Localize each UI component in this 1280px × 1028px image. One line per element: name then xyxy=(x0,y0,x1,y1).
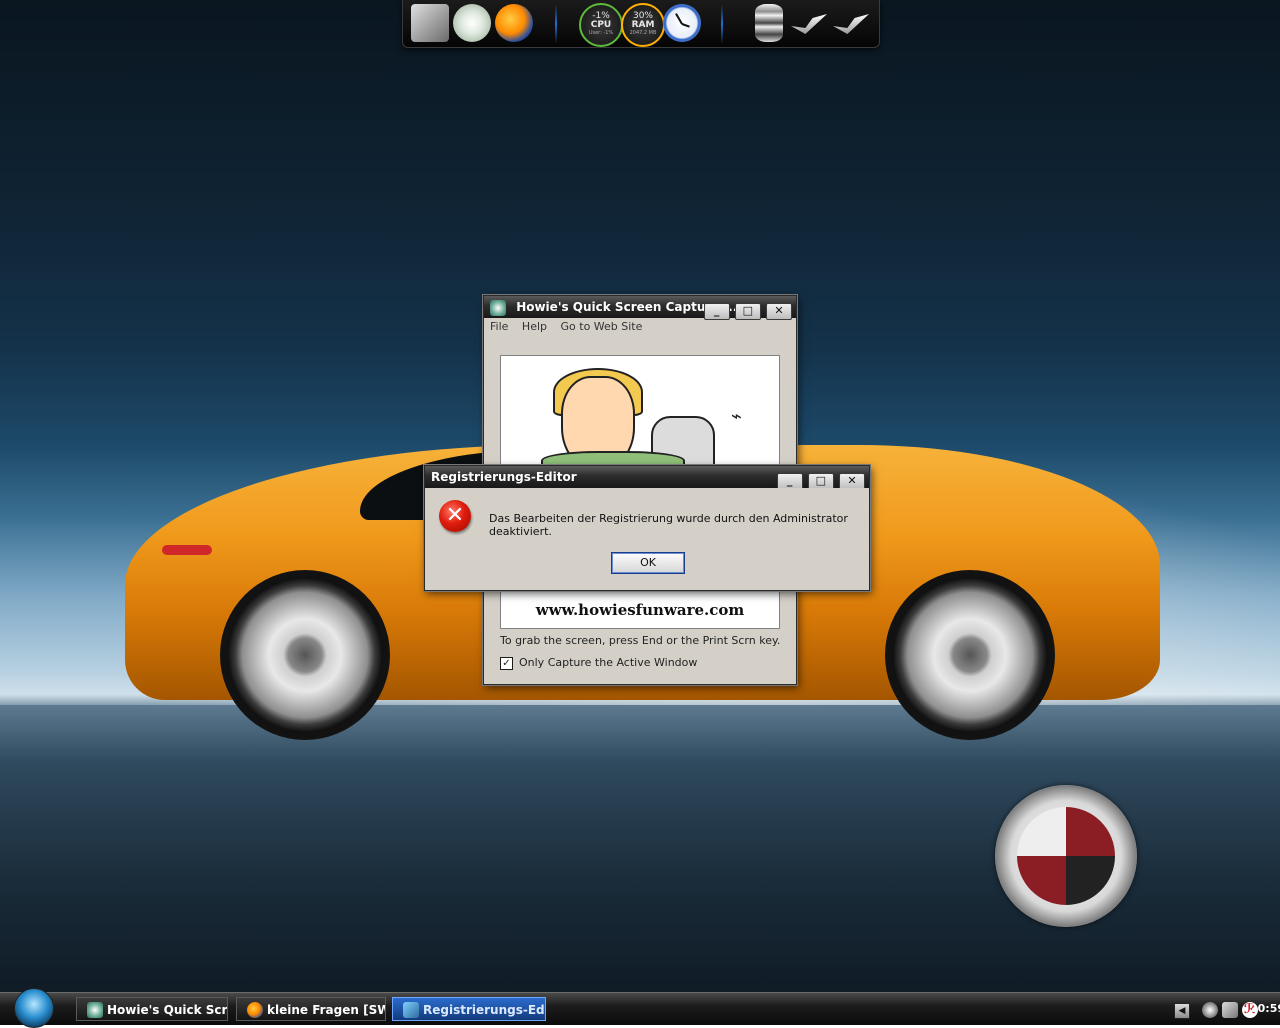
close-button[interactable]: ✕ xyxy=(766,303,792,320)
taskbar-item-howie-capture[interactable]: Howie's Quick Scr... xyxy=(76,997,228,1021)
menu-help[interactable]: Help xyxy=(522,320,547,333)
database-icon[interactable] xyxy=(755,4,783,42)
website-banner[interactable]: www.howiesfunware.com xyxy=(501,591,779,628)
drives-icon[interactable] xyxy=(411,4,449,42)
taskbar-item-label: kleine Fragen [SW]... xyxy=(267,1003,385,1017)
arrow-icon[interactable] xyxy=(789,4,827,42)
clock-icon[interactable] xyxy=(663,4,701,42)
wallpaper-emblem-checker xyxy=(1017,807,1115,905)
maximize-button[interactable]: □ xyxy=(734,303,761,320)
wallpaper-emblem-logo xyxy=(995,785,1137,927)
capture-app-icon xyxy=(87,1002,103,1018)
ram-gauge[interactable]: 30% RAM 2047.2 MB xyxy=(621,3,665,47)
ram-sub: 2047.2 MB xyxy=(629,30,657,36)
wallpaper-car-front-wheel xyxy=(885,570,1055,740)
menu-file[interactable]: File xyxy=(490,320,508,333)
volume-tray-icon[interactable] xyxy=(1222,1002,1238,1018)
arrow-icon[interactable] xyxy=(831,4,869,42)
plug-icon: ⌁ xyxy=(731,406,742,427)
active-window-label: Only Capture the Active Window xyxy=(519,656,698,669)
minimize-button[interactable]: _ xyxy=(703,303,730,320)
taskbar-item-regedit[interactable]: Registrierungs-Edi... xyxy=(392,997,546,1021)
cpu-gauge[interactable]: -1% CPU User: -1% xyxy=(579,3,623,47)
taskbar-item-firefox[interactable]: kleine Fragen [SW]... xyxy=(236,997,386,1021)
regedit-dialog-body: ✕ Das Bearbeiten der Registrierung wurde… xyxy=(425,488,869,588)
arrow-shape xyxy=(833,14,869,34)
tray-expand-chevron-icon[interactable]: ◀ xyxy=(1174,1003,1190,1019)
dock-separator xyxy=(555,4,557,44)
error-icon: ✕ xyxy=(439,500,471,532)
howie-titlebar[interactable]: Howie's Quick Screen Capture ... _ □ ✕ xyxy=(484,296,796,321)
wallpaper-car-taillight xyxy=(162,545,212,555)
howie-titlebar-buttons: _ □ ✕ xyxy=(703,299,792,321)
active-window-checkbox[interactable]: ✓ xyxy=(500,656,513,670)
network-tray-icon[interactable] xyxy=(1202,1002,1218,1018)
cpu-label: CPU xyxy=(590,20,612,30)
menu-go-to-web-site[interactable]: Go to Web Site xyxy=(561,320,643,333)
start-button[interactable] xyxy=(14,988,54,1028)
arrow-shape xyxy=(791,14,827,34)
taskbar-item-label: Howie's Quick Scr... xyxy=(107,1003,228,1017)
dock-bar: -1% CPU User: -1% 30% RAM 2047.2 MB xyxy=(402,0,880,48)
active-window-option[interactable]: ✓ Only Capture the Active Window xyxy=(500,656,697,670)
taskbar-item-label: Registrierungs-Edi... xyxy=(423,1003,545,1017)
taskbar: Howie's Quick Scr... kleine Fragen [SW].… xyxy=(0,988,1280,1028)
regedit-dialog-title: Registrierungs-Editor xyxy=(431,470,577,484)
regedit-icon xyxy=(403,1002,419,1018)
dock-separator xyxy=(721,4,723,44)
clock-minute-hand xyxy=(681,23,690,28)
capture-app-icon xyxy=(490,299,506,316)
ram-label: RAM xyxy=(631,20,655,30)
capture-hint-text: To grab the screen, press End or the Pri… xyxy=(500,634,781,647)
regedit-titlebar[interactable]: Registrierungs-Editor _ □ ✕ xyxy=(425,466,869,490)
firefox-icon[interactable] xyxy=(495,4,533,42)
firefox-icon xyxy=(247,1002,263,1018)
system-tray: ◀ ℛ 20:59 xyxy=(1150,993,1280,1025)
cpu-sub: User: -1% xyxy=(588,30,614,36)
ok-button[interactable]: OK xyxy=(611,552,685,574)
itunes-icon[interactable] xyxy=(453,4,491,42)
taskbar-clock[interactable]: 20:59 xyxy=(1250,1002,1280,1015)
wallpaper-car-rear-wheel xyxy=(220,570,390,740)
regedit-error-dialog: Registrierungs-Editor _ □ ✕ ✕ Das Bearbe… xyxy=(424,465,870,591)
error-message: Das Bearbeiten der Registrierung wurde d… xyxy=(489,512,848,538)
